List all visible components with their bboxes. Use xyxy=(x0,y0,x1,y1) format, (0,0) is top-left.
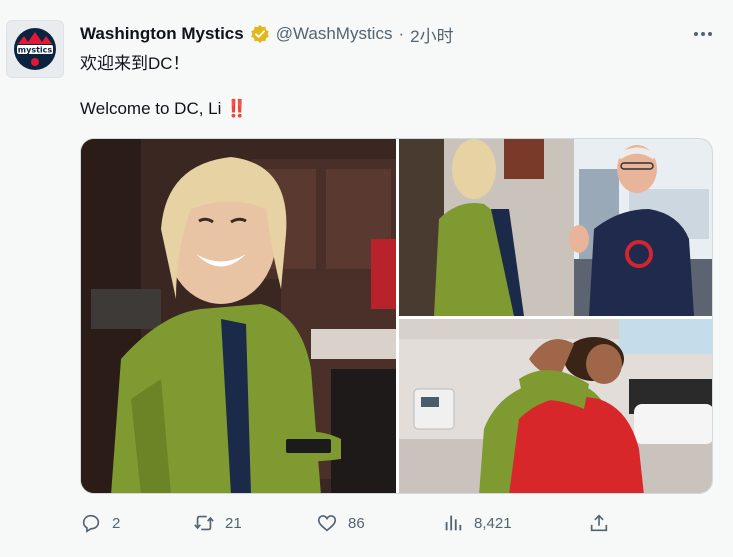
tweet-header: Washington Mystics @WashMystics · 2小时 xyxy=(80,22,454,46)
views-count: 8,421 xyxy=(474,514,512,532)
reply-icon xyxy=(82,514,100,533)
retweet-icon xyxy=(194,515,214,531)
tweet-text-welcome: Welcome to DC, Li xyxy=(80,99,222,118)
retweet-count: 21 xyxy=(225,514,242,532)
reply-count: 2 xyxy=(112,514,121,532)
tweet-text-line-2: Welcome to DC, Li ‼️ xyxy=(80,99,247,119)
photo-player-hug[interactable] xyxy=(399,319,712,493)
tweet-actions: 2 21 86 8,421 xyxy=(80,509,713,537)
author-name[interactable]: Washington Mystics xyxy=(80,24,244,44)
avatar[interactable]: mystics xyxy=(6,20,64,78)
double-exclamation-emoji: ‼️ xyxy=(226,99,247,118)
separator-dot: · xyxy=(398,24,405,43)
timestamp[interactable]: 2小时 xyxy=(410,22,453,47)
views-button[interactable]: 8,421 xyxy=(442,509,512,537)
tweet-text-line-1: 欢迎来到DC！ xyxy=(80,54,190,73)
heart-icon xyxy=(317,515,337,532)
share-button[interactable] xyxy=(588,509,610,537)
verified-badge-icon xyxy=(250,24,270,44)
like-button[interactable]: 86 xyxy=(316,509,365,537)
tweet-card[interactable]: mystics Washington Mystics @WashMystics … xyxy=(0,0,733,557)
reply-button[interactable]: 2 xyxy=(80,509,120,537)
avatar-logo-text: mystics xyxy=(18,46,53,55)
mystics-logo-icon: mystics xyxy=(14,28,56,70)
views-icon xyxy=(445,515,462,531)
photo-player-with-fan[interactable] xyxy=(399,139,712,316)
author-handle[interactable]: @WashMystics xyxy=(276,24,393,44)
share-icon xyxy=(590,514,608,532)
media-grid xyxy=(80,138,713,494)
more-icon[interactable] xyxy=(691,24,715,44)
photo-player-smiling[interactable] xyxy=(81,139,396,493)
like-count: 86 xyxy=(348,514,365,532)
retweet-button[interactable]: 21 xyxy=(193,509,242,537)
